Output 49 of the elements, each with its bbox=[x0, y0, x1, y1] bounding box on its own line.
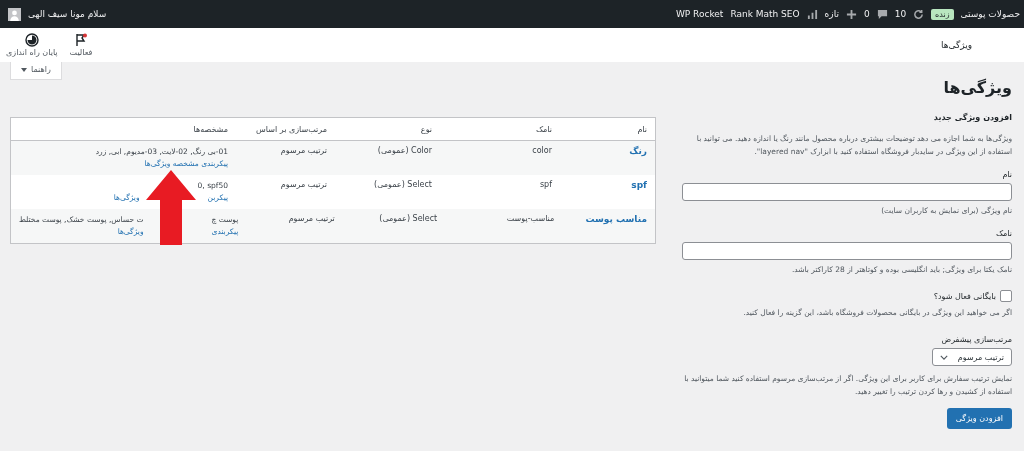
table-cell: ترتیب مرسوم bbox=[280, 146, 327, 155]
help-tab[interactable]: راهنما bbox=[10, 62, 62, 80]
column-header: نامک bbox=[534, 124, 553, 134]
table-cell: Color (عمومی) bbox=[377, 146, 432, 155]
attribute-name-link[interactable]: مناسب پوست bbox=[585, 214, 647, 224]
updates-count[interactable]: 10 bbox=[894, 9, 907, 19]
column-header: مشخصه‌ها bbox=[192, 124, 229, 134]
table-cell: spf bbox=[539, 180, 552, 189]
table-cell: مناسب-پوست bbox=[506, 214, 555, 223]
attribute-name-link[interactable]: رنگ bbox=[629, 146, 647, 156]
new-link[interactable]: تازه bbox=[824, 9, 839, 19]
name-field[interactable] bbox=[682, 183, 1012, 201]
comments-count[interactable]: 0 bbox=[863, 9, 870, 19]
page-title: ویژگی‌ها bbox=[942, 78, 1012, 97]
archive-label: بایگانی فعال شود؟ bbox=[933, 291, 996, 301]
slug-label: نامک bbox=[995, 229, 1012, 238]
comment-icon[interactable] bbox=[876, 8, 888, 20]
archive-checkbox[interactable] bbox=[1000, 290, 1012, 302]
arrow-icon bbox=[146, 170, 196, 245]
add-attribute-button[interactable]: افزودن ویژگی bbox=[946, 408, 1012, 429]
site-link[interactable]: حصولات پوستی bbox=[960, 9, 1020, 19]
table-cell: Select (عمومی) bbox=[374, 180, 432, 189]
column-header: نام bbox=[636, 124, 648, 134]
greeting-link[interactable]: سلام مونا سیف الهی bbox=[28, 9, 107, 19]
chart-icon[interactable] bbox=[806, 8, 818, 20]
table-cell: color bbox=[532, 146, 552, 155]
slug-field[interactable] bbox=[682, 242, 1012, 260]
avatar-icon[interactable] bbox=[8, 7, 21, 21]
table-cell: ترتیب مرسوم bbox=[288, 214, 335, 223]
attribute-name-link[interactable]: spf bbox=[631, 180, 647, 190]
rocket-link[interactable]: WP Rocket bbox=[675, 9, 724, 19]
column-header: مرتب‌سازی بر اساس bbox=[255, 124, 328, 134]
name-label: نام bbox=[1002, 170, 1012, 179]
header-title: ویژگی‌ها bbox=[940, 40, 972, 50]
header-action[interactable]: پایان راه اندازی bbox=[6, 33, 58, 57]
chevron-down-icon bbox=[940, 354, 948, 360]
refresh-icon[interactable] bbox=[913, 8, 925, 20]
table-cell: ترتیب مرسوم bbox=[280, 180, 327, 189]
form-heading: افزودن ویژگی جدید bbox=[933, 113, 1012, 122]
flag-icon bbox=[74, 33, 88, 47]
order-select[interactable]: ترتیب مرسوم bbox=[932, 348, 1012, 366]
order-label: مرتب‌سازی پیشفرض bbox=[941, 335, 1012, 344]
live-badge: زنده bbox=[931, 8, 954, 20]
column-header: نوع bbox=[419, 124, 433, 134]
table-cell: Select (عمومی) bbox=[379, 214, 438, 223]
progress-icon bbox=[24, 33, 39, 47]
plus-icon[interactable] bbox=[845, 8, 857, 20]
header-action[interactable]: فعالیت bbox=[69, 33, 93, 57]
seo-link[interactable]: Rank Math SEO bbox=[730, 9, 800, 19]
